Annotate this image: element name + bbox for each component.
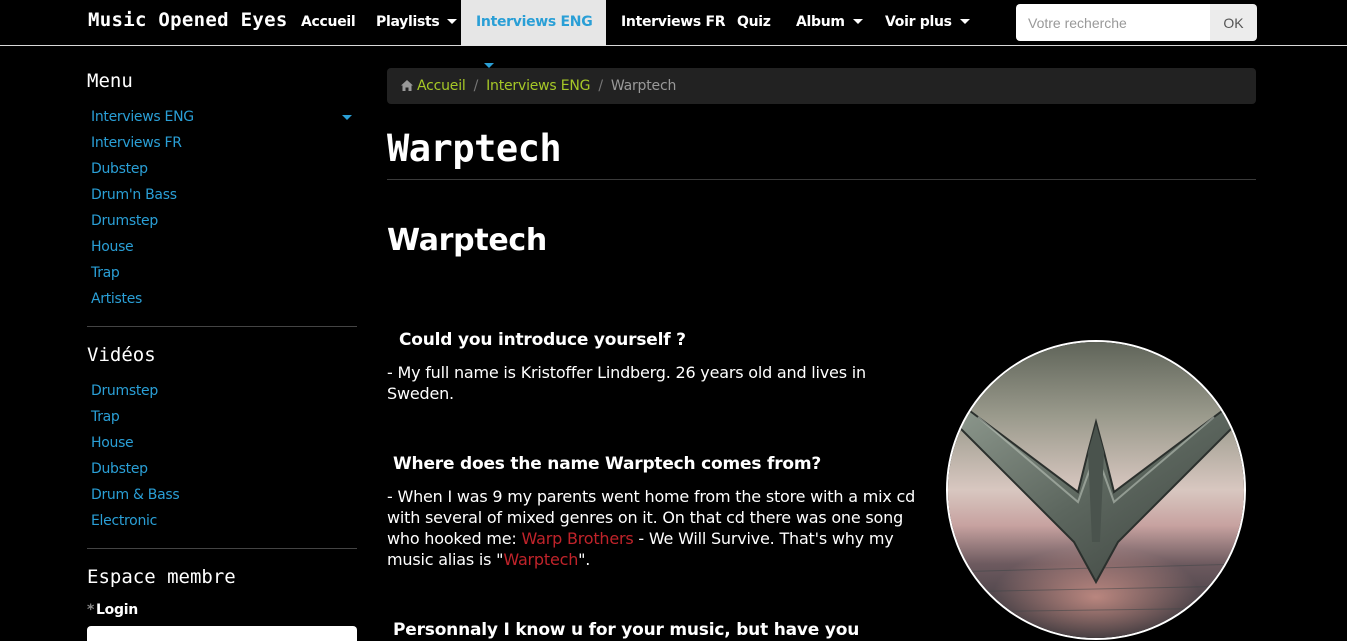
chevron-down-icon xyxy=(959,18,970,24)
sidebar-item-house[interactable]: House xyxy=(91,239,134,255)
nav-voir-plus[interactable]: Voir plus xyxy=(885,0,970,46)
sidebar-video-electronic[interactable]: Electronic xyxy=(91,513,157,529)
chevron-down-icon xyxy=(447,18,458,24)
nav-album-label: Album xyxy=(796,14,845,30)
nav-interviews-fr-label: Interviews FR xyxy=(621,14,726,30)
warptech-logo-image xyxy=(948,342,1244,638)
interview-answer: - My full name is Kristoffer Lindberg. 2… xyxy=(387,363,866,403)
nav-voir-plus-label: Voir plus xyxy=(885,14,952,30)
sidebar-item-dubstep[interactable]: Dubstep xyxy=(91,161,148,177)
search-button[interactable]: OK xyxy=(1210,4,1257,41)
sidebar-divider xyxy=(87,326,357,327)
warp-brothers-link[interactable]: Warp Brothers xyxy=(522,529,634,548)
artist-avatar xyxy=(946,340,1246,640)
breadcrumb-separator: / xyxy=(598,78,603,94)
nav-interviews-fr[interactable]: Interviews FR xyxy=(621,0,726,46)
sidebar-video-dubstep[interactable]: Dubstep xyxy=(91,461,148,477)
nav-accueil-label: Accueil xyxy=(301,14,356,30)
breadcrumb-separator: / xyxy=(473,78,479,94)
sidebar-item-interviews-fr[interactable]: Interviews FR xyxy=(91,135,182,151)
sidebar-video-trap[interactable]: Trap xyxy=(91,409,120,425)
site-brand[interactable]: Music Opened Eyes xyxy=(88,9,288,31)
nav-interviews-eng[interactable]: Interviews ENG xyxy=(461,0,606,68)
sidebar-item-interviews-eng[interactable]: Interviews ENG xyxy=(91,109,194,125)
breadcrumb: Accueil / Interviews ENG / Warptech xyxy=(387,68,1256,104)
chevron-down-icon xyxy=(484,62,494,68)
interview-question: Could you introduce yourself ? xyxy=(399,330,686,350)
asterisk-icon: * xyxy=(87,602,95,618)
login-label: * Login xyxy=(87,602,138,618)
login-label-text: Login xyxy=(96,602,138,618)
home-icon xyxy=(401,80,413,91)
sidebar-item-trap[interactable]: Trap xyxy=(91,265,120,281)
sidebar-video-drum-and-bass[interactable]: Drum & Bass xyxy=(91,487,180,503)
chevron-down-icon xyxy=(852,18,863,24)
interview-answer: - When I was 9 my parents went home from… xyxy=(387,486,937,570)
chevron-down-icon[interactable] xyxy=(342,115,352,120)
sidebar-item-drum-n-bass[interactable]: Drum'n Bass xyxy=(91,187,177,203)
answer-text: ". xyxy=(578,550,591,569)
page-title: Warptech xyxy=(387,127,562,170)
interview-question: Where does the name Warptech comes from? xyxy=(393,454,822,474)
sidebar-video-house[interactable]: House xyxy=(91,435,134,451)
sidebar-video-drumstep[interactable]: Drumstep xyxy=(91,383,158,399)
breadcrumb-current: Warptech xyxy=(610,78,677,94)
sidebar-videos-heading: Vidéos xyxy=(87,344,156,366)
nav-quiz[interactable]: Quiz xyxy=(737,0,771,46)
interview-question: Personnaly I know u for your music, but … xyxy=(393,620,860,640)
nav-playlists-label: Playlists xyxy=(376,14,440,30)
sidebar-divider xyxy=(87,548,357,549)
breadcrumb-home[interactable]: Accueil xyxy=(417,78,466,94)
nav-quiz-label: Quiz xyxy=(737,14,771,30)
warptech-link[interactable]: Warptech xyxy=(503,550,578,569)
search-input[interactable] xyxy=(1016,4,1210,41)
login-input[interactable] xyxy=(87,626,357,641)
title-divider xyxy=(387,179,1256,180)
breadcrumb-section[interactable]: Interviews ENG xyxy=(486,78,590,94)
nav-interviews-eng-label: Interviews ENG xyxy=(476,14,593,30)
nav-playlists[interactable]: Playlists xyxy=(376,0,458,46)
search-form: OK xyxy=(1016,4,1257,41)
nav-album[interactable]: Album xyxy=(796,0,863,46)
sidebar-member-heading: Espace membre xyxy=(87,566,236,588)
sidebar-item-drumstep[interactable]: Drumstep xyxy=(91,213,158,229)
nav-accueil[interactable]: Accueil xyxy=(301,0,356,46)
top-navbar: Music Opened Eyes Accueil Playlists Inte… xyxy=(0,0,1347,68)
sidebar-menu-heading: Menu xyxy=(87,70,133,92)
article-title: Warptech xyxy=(387,223,547,258)
sidebar-item-artistes[interactable]: Artistes xyxy=(91,291,142,307)
